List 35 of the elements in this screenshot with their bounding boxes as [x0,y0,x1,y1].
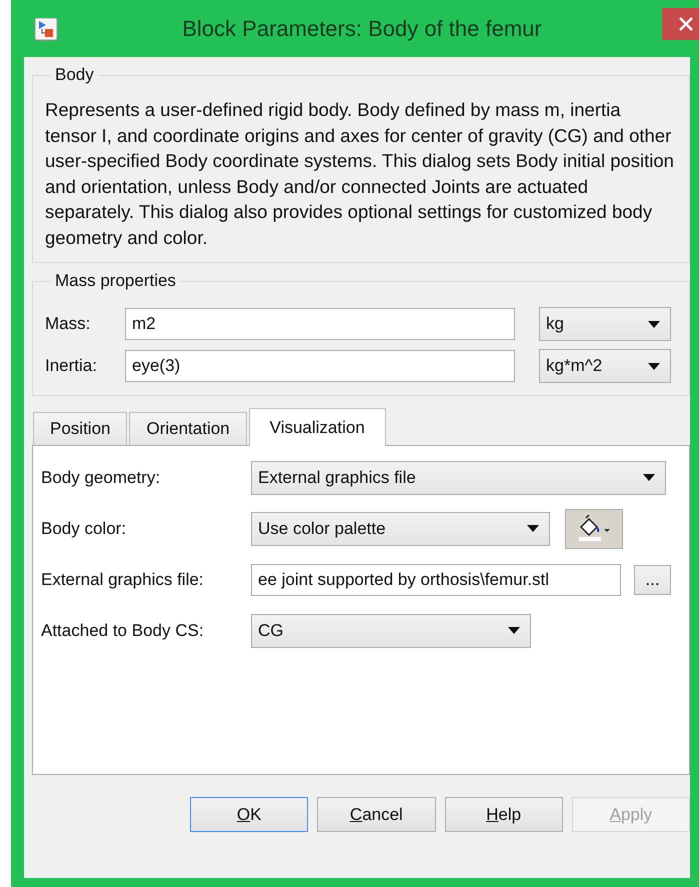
caret-icon [643,474,655,481]
tab[interactable]: Orientation [129,412,247,445]
field-label: Body color: [41,518,128,538]
caret-icon [648,362,660,370]
tab[interactable]: Visualization [248,408,386,446]
group-title: Mass properties [54,271,177,291]
field-label: Mass: [45,314,92,334]
file-path-field[interactable]: ee joint supported by orthosis\femur.stl [251,564,621,596]
field-label: External graphics file: [41,570,205,590]
close-button[interactable] [662,8,699,40]
caret-icon [648,320,660,328]
app-icon [34,16,58,40]
caret-icon [508,627,520,634]
unit-dropdown[interactable]: kg*m^2 [539,349,671,383]
close-icon [678,16,694,32]
unit-dropdown[interactable]: kg [539,307,671,341]
dropdown[interactable]: Use color palette [251,512,550,546]
browse-button[interactable]: ... [634,564,671,594]
caret-icon [527,525,539,532]
dropdown[interactable]: CG [251,614,531,648]
paint-bucket-icon [577,514,611,542]
tab[interactable]: Position [33,412,128,445]
input-field[interactable]: m2 [125,308,515,340]
description-text: Represents a user-defined rigid body. Body defined by mass m, inertia tensor I, and coordinate origins and axes for center of gravity (CG) and other user-specified Body coordinate systems. This dialog sets Body initial position and orientation, unless Body and/or connected Joints are actuated separately. This dialog also provides optional settings for customized body geometry and color. [45,98,675,250]
field-label: Attached to Body CS: [41,620,205,640]
input-field[interactable]: eye(3) [125,350,515,382]
dialog-button[interactable]: Cancel [317,797,436,832]
dialog-button[interactable]: Help [444,797,563,832]
field-label: Inertia: [45,356,98,376]
group-title: Body [54,65,95,85]
dropdown[interactable]: External graphics file [251,460,666,494]
field-label: Body geometry: [41,468,162,488]
dialog-button[interactable]: OK [190,797,308,832]
window-title: Block Parameters: Body of the femur [181,16,543,42]
paint-bucket-button[interactable] [565,508,623,548]
